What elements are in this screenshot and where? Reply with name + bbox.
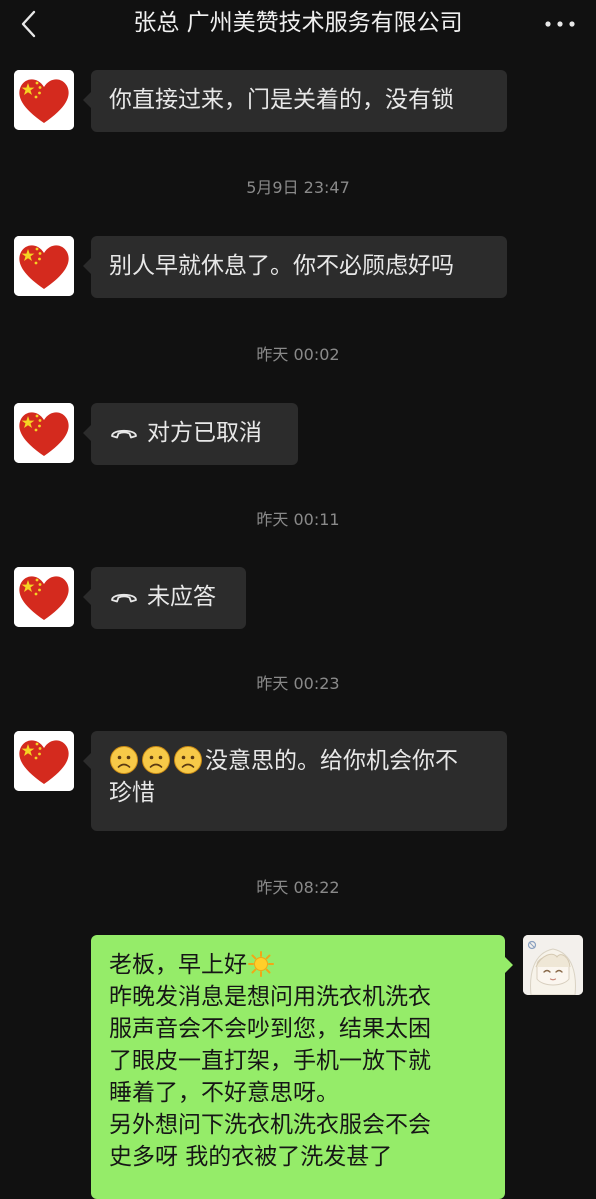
message-row: 别人早就休息了。你不必顾虑好吗 (0, 236, 596, 298)
avatar[interactable] (14, 70, 74, 130)
message-text-line: 昨晚发消息是想问用洗衣机洗衣 (109, 984, 431, 1010)
back-button[interactable] (14, 8, 44, 40)
chevron-left-icon (21, 10, 36, 38)
chat-header: 张总 广州美赞技术服务有限公司 (0, 0, 596, 48)
message-row: 没意思的。给你机会你不 珍惜 (0, 731, 596, 831)
more-button[interactable] (542, 14, 578, 34)
message-text-line: 老板，早上好 (109, 949, 489, 981)
timestamp: 昨天 00:11 (256, 510, 340, 529)
chat-title: 张总 广州美赞技术服务有限公司 (133, 10, 463, 36)
call-status-text: 未应答 (147, 584, 216, 610)
message-bubble-outgoing[interactable]: 老板，早上好 昨晚发消息是想问用洗衣机洗衣 服声音会不会吵到您，结果太困 了眼皮… (91, 935, 513, 1199)
message-bubble[interactable]: 你直接过来，门是关着的，没有锁 (83, 70, 507, 132)
call-status-text: 对方已取消 (147, 420, 262, 446)
message-row: 未应答 (0, 567, 596, 629)
message-text-line: 了眼皮一直打架，手机一放下就 (109, 1048, 431, 1074)
heart-flag-avatar-icon (14, 70, 74, 130)
message-text-line: 史多呀 我的衣被了洗发甚了 (109, 1144, 393, 1170)
message-text-line: 没意思的。给你机会你不 (205, 748, 458, 774)
frown-emoji-icon (173, 745, 203, 775)
more-horizontal-icon (545, 21, 575, 27)
timestamp: 5月9日 23:47 (246, 178, 350, 197)
heart-flag-avatar-icon (14, 403, 74, 463)
message-text-fragment: 老板，早上好 (109, 952, 247, 978)
sun-emoji-icon (247, 950, 275, 978)
heart-flag-avatar-icon (14, 731, 74, 791)
phone-hangup-icon (109, 422, 139, 442)
timestamp: 昨天 00:23 (256, 674, 340, 693)
message-row: 对方已取消 (0, 403, 596, 465)
heart-flag-avatar-icon (14, 567, 74, 627)
avatar[interactable] (14, 567, 74, 627)
heart-flag-avatar-icon (14, 236, 74, 296)
message-text-line: 另外想问下洗衣机洗衣服会不会 (109, 1112, 431, 1138)
phone-hangup-icon (109, 586, 139, 606)
message-text: 别人早就休息了。你不必顾虑好吗 (109, 253, 454, 279)
avatar[interactable] (14, 236, 74, 296)
message-bubble[interactable]: 没意思的。给你机会你不 珍惜 (83, 731, 507, 831)
avatar-self[interactable] (523, 935, 583, 995)
call-message-bubble[interactable]: 未应答 (83, 567, 246, 629)
frown-emoji-icon (109, 745, 139, 775)
avatar[interactable] (14, 403, 74, 463)
message-text-line: 睡着了，不好意思呀。 (109, 1080, 339, 1106)
frown-emoji-icon (141, 745, 171, 775)
anime-girl-avatar-icon (523, 935, 583, 995)
message-bubble[interactable]: 别人早就休息了。你不必顾虑好吗 (83, 236, 507, 298)
message-row: 你直接过来，门是关着的，没有锁 (0, 70, 596, 132)
message-text-line: 服声音会不会吵到您，结果太困 (109, 1016, 431, 1042)
timestamp: 昨天 00:02 (256, 345, 340, 364)
message-text-line: 珍惜 (109, 780, 155, 806)
avatar[interactable] (14, 731, 74, 791)
timestamp: 昨天 08:22 (256, 878, 340, 897)
call-message-bubble[interactable]: 对方已取消 (83, 403, 298, 465)
message-text: 你直接过来，门是关着的，没有锁 (109, 87, 454, 113)
message-row-outgoing: 老板，早上好 昨晚发消息是想问用洗衣机洗衣 服声音会不会吵到您，结果太困 了眼皮… (0, 935, 596, 1199)
